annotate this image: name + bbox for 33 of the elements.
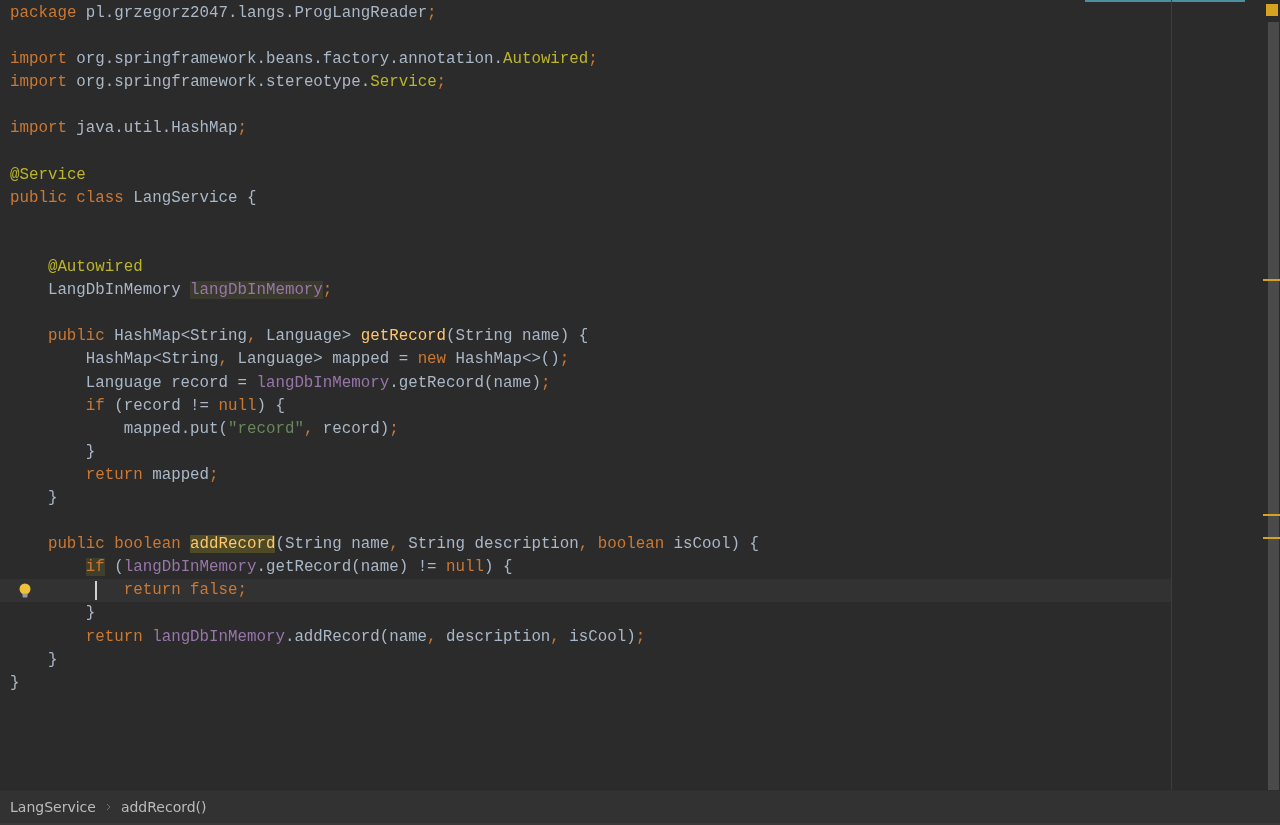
code-line: import java.util.HashMap; xyxy=(10,118,247,140)
code-line: } xyxy=(85,603,96,625)
code-line: HashMap<String, Language> mapped = new HashMap<>(); xyxy=(85,349,570,371)
warning-indicator-icon[interactable] xyxy=(1266,4,1278,16)
lightbulb-icon[interactable] xyxy=(18,583,32,600)
code-line: public boolean addRecord(String name, String description, boolean isCool) { xyxy=(47,534,759,556)
error-stripe-mark[interactable] xyxy=(1263,514,1280,516)
code-line: mapped.put("record", record); xyxy=(123,418,399,440)
chevron-icon xyxy=(105,803,111,811)
code-line: if (record != null) { xyxy=(85,395,285,417)
breadcrumb[interactable]: addRecord() xyxy=(120,799,207,815)
code-line: } xyxy=(85,441,96,463)
error-stripe-mark[interactable] xyxy=(1263,279,1280,281)
error-stripe-mark[interactable] xyxy=(1263,537,1280,539)
code-line: package pl.grzegorz2047.langs.ProgLangReader; xyxy=(10,3,437,24)
breadcrumb[interactable]: LangService xyxy=(10,799,96,815)
code-line: @Service xyxy=(10,164,86,186)
code-line: return langDbInMemory.addRecord(name, description, isCool); xyxy=(85,626,646,648)
code-line: public class LangService { xyxy=(10,187,257,209)
code-line: } xyxy=(10,672,20,694)
code-line: return false; xyxy=(123,580,247,602)
code-line: import org.springframework.stereotype.Service; xyxy=(10,72,447,94)
code-line: public HashMap<String, Language> getRecord(String name) { xyxy=(47,326,589,348)
code-line: } xyxy=(47,487,58,509)
code-line: return mapped; xyxy=(85,464,219,486)
code-line: @Autowired xyxy=(47,257,143,279)
text-cursor xyxy=(95,581,98,601)
code-line: Language record = langDbInMemory.getRecord(name); xyxy=(85,372,551,394)
code-line: import org.springframework.beans.factory.annotation.Autowired; xyxy=(10,49,598,71)
code-line: } xyxy=(47,649,58,671)
scrollbar[interactable] xyxy=(1268,22,1279,790)
code-line: LangDbInMemory langDbInMemory; xyxy=(47,280,333,302)
code-line: if (langDbInMemory.getRecord(name) != null) { xyxy=(85,557,513,579)
